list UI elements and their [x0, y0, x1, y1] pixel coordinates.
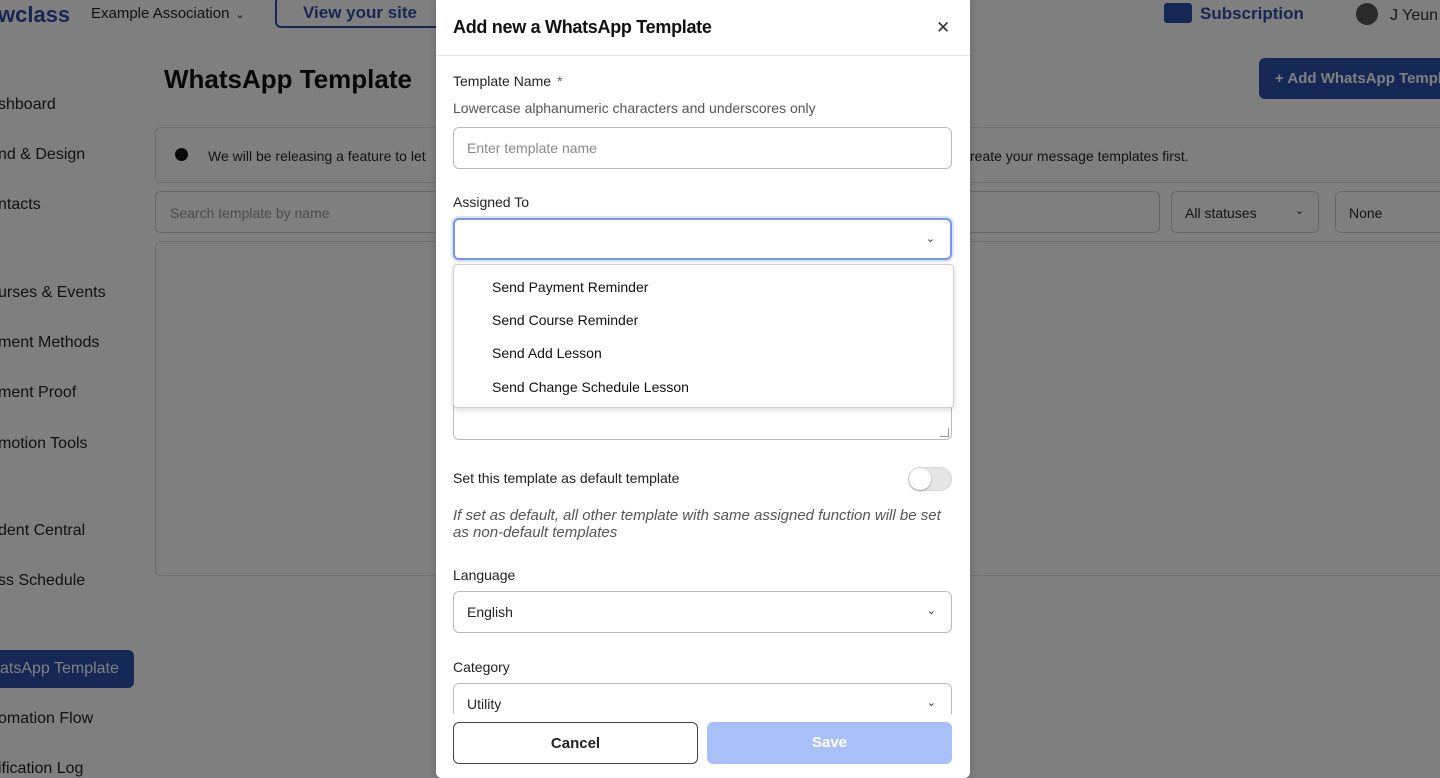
template-name-help: Lowercase alphanumeric characters and un…	[453, 100, 816, 116]
language-value: English	[467, 604, 513, 620]
category-value: Utility	[467, 696, 502, 712]
language-label: Language	[453, 567, 516, 583]
default-toggle-label: Set this template as default template	[453, 470, 680, 486]
chevron-down-icon: ⌄	[926, 605, 936, 617]
template-name-label: Template Name *	[453, 73, 563, 89]
cancel-button[interactable]: Cancel	[453, 722, 698, 764]
chevron-down-icon: ⌄	[925, 233, 935, 245]
save-button[interactable]: Save	[707, 722, 952, 764]
resize-handle-icon[interactable]	[940, 428, 949, 437]
dropdown-option[interactable]: Send Add Lesson	[492, 345, 602, 361]
required-mark: *	[557, 73, 563, 89]
assigned-to-label: Assigned To	[453, 194, 530, 210]
dropdown-option[interactable]: Send Course Reminder	[492, 312, 638, 328]
dropdown-option[interactable]: Send Payment Reminder	[492, 279, 648, 295]
template-name-input[interactable]: Enter template name	[453, 127, 952, 169]
assigned-to-dropdown: Send Payment Reminder Send Course Remind…	[453, 264, 954, 408]
modal-footer: Cancel Save	[436, 714, 970, 778]
modal-title: Add new a WhatsApp Template	[453, 17, 712, 37]
default-template-toggle[interactable]	[908, 467, 952, 491]
add-template-modal: Add new a WhatsApp Template ✕ Template N…	[436, 0, 970, 778]
toggle-knob	[909, 468, 931, 490]
template-name-label-text: Template Name	[453, 73, 552, 89]
default-toggle-note: If set as default, all other template wi…	[453, 507, 941, 541]
modal-header: Add new a WhatsApp Template ✕	[436, 0, 970, 56]
language-select[interactable]: English ⌄	[453, 591, 952, 633]
assigned-to-select[interactable]: ⌄	[453, 218, 952, 260]
category-label: Category	[453, 659, 510, 675]
chevron-down-icon: ⌄	[926, 697, 936, 709]
close-icon[interactable]: ✕	[936, 18, 950, 38]
dropdown-option[interactable]: Send Change Schedule Lesson	[492, 379, 689, 395]
